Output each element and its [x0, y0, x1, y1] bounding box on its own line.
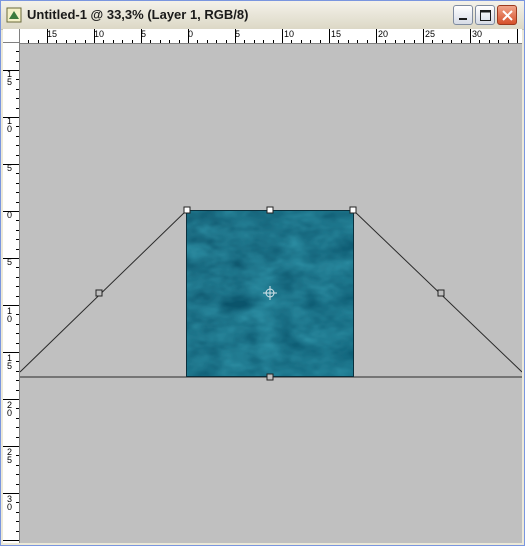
ruler-top-label: 5 — [235, 29, 241, 39]
document-canvas[interactable] — [20, 44, 522, 543]
left-perspective-guide — [20, 209, 188, 373]
document-window: Untitled-1 @ 33,3% (Layer 1, RGB/8) 15 1… — [0, 0, 525, 546]
minimize-button[interactable] — [453, 5, 473, 25]
transform-handle-top-right[interactable] — [349, 206, 357, 214]
maximize-icon — [480, 10, 491, 21]
transform-handle-top-left[interactable] — [183, 206, 191, 214]
ruler-left-label: 25 — [7, 447, 13, 465]
ruler-left-label: 30 — [7, 494, 13, 512]
ruler-top-label: 25 — [425, 29, 436, 39]
vertical-ruler[interactable]: 15 10 5 0 5 10 15 20 25 30 — [3, 43, 20, 543]
ruler-left-label: 15 — [7, 69, 13, 87]
close-button[interactable] — [497, 5, 517, 25]
ruler-left-label: 15 — [7, 353, 13, 371]
ruler-top-label: 15 — [331, 29, 342, 39]
transform-handle-top[interactable] — [266, 206, 274, 214]
window-title: Untitled-1 @ 33,3% (Layer 1, RGB/8) — [27, 7, 249, 22]
transform-handle-left[interactable] — [95, 289, 103, 297]
title-bar[interactable]: Untitled-1 @ 33,3% (Layer 1, RGB/8) — [1, 1, 524, 30]
transform-handle-bottom[interactable] — [266, 373, 274, 381]
ruler-top-label: 20 — [378, 29, 389, 39]
ruler-origin[interactable] — [3, 29, 20, 43]
ruler-left-label: 10 — [7, 116, 13, 134]
ruler-left-label: 10 — [7, 306, 13, 324]
ruler-left-label: 5 — [7, 163, 13, 173]
ruler-left-label: 5 — [7, 257, 13, 267]
ruler-top-label: 30 — [472, 29, 483, 39]
ruler-top-label: 10 — [284, 29, 295, 39]
horizontal-ruler[interactable]: 15 10 5 0 5 10 15 20 25 30 — [20, 29, 522, 44]
ruler-top-label: 0 — [188, 29, 194, 39]
ruler-top-label: 15 — [47, 29, 58, 39]
close-icon — [502, 10, 513, 21]
ruler-left-label: 20 — [7, 400, 13, 418]
photoshop-document-icon — [6, 7, 22, 23]
transform-handle-right[interactable] — [437, 289, 445, 297]
ruler-top-label: 10 — [94, 29, 105, 39]
minimize-icon — [459, 18, 467, 20]
canvas-area[interactable] — [20, 44, 522, 543]
ruler-top-label: 5 — [141, 29, 147, 39]
maximize-button[interactable] — [475, 5, 495, 25]
ruler-left-label: 0 — [7, 210, 13, 220]
